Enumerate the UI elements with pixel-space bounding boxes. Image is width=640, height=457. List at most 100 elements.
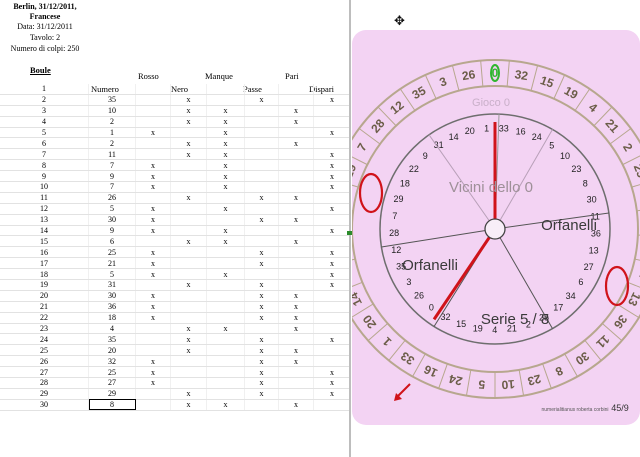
table-cell[interactable]: 10 [88, 105, 136, 117]
table-cell[interactable] [170, 301, 207, 313]
table-cell[interactable]: 4 [88, 323, 136, 335]
row-index-cell[interactable]: 5 [0, 127, 89, 139]
table-cell[interactable]: x [206, 399, 245, 411]
table-cell[interactable]: 27 [88, 377, 136, 389]
row-index-cell[interactable]: 12 [0, 203, 89, 215]
table-cell[interactable] [135, 192, 171, 204]
table-row[interactable]: 17 21 x x x [0, 257, 351, 270]
table-cell[interactable] [170, 181, 207, 193]
table-row[interactable]: 87xxx [0, 159, 351, 172]
table-cell[interactable]: x [135, 246, 171, 259]
table-cell[interactable]: 25 [88, 246, 136, 259]
table-cell[interactable]: x [278, 399, 314, 411]
table-cell[interactable]: x [170, 105, 207, 117]
table-cell[interactable] [313, 301, 351, 313]
table-row[interactable]: 99xxx [0, 170, 351, 183]
table-cell[interactable]: 20 [88, 344, 136, 357]
table-row[interactable]: 13 30 x x x [0, 214, 351, 226]
table-cell[interactable] [170, 127, 207, 139]
table-cell[interactable]: x [313, 127, 351, 139]
table-cell[interactable] [278, 84, 314, 95]
table-cell[interactable] [170, 355, 207, 368]
table-cell[interactable]: 1 [88, 127, 136, 139]
table-row[interactable]: 25 20 x x x [0, 344, 351, 357]
table-cell[interactable]: x [206, 323, 245, 335]
table-cell[interactable] [278, 279, 314, 291]
table-cell[interactable]: x [313, 203, 351, 215]
table-cell[interactable] [244, 159, 279, 172]
table-cell[interactable]: x [206, 127, 245, 139]
table-cell[interactable] [206, 333, 245, 346]
table-cell[interactable]: x [206, 170, 245, 183]
table-row[interactable]: 12 5 x x x [0, 203, 351, 215]
row-index-cell[interactable]: 15 [0, 235, 89, 248]
table-cell[interactable] [135, 279, 171, 291]
table-cell[interactable] [170, 225, 207, 237]
table-cell[interactable] [135, 94, 171, 106]
table-cell[interactable]: x [278, 355, 314, 368]
table-cell[interactable]: x [278, 214, 314, 226]
table-cell[interactable] [244, 148, 279, 161]
table-cell[interactable] [135, 148, 171, 161]
table-cell[interactable] [206, 388, 245, 400]
table-cell[interactable] [206, 246, 245, 259]
row-index-cell[interactable]: 27 [0, 366, 89, 379]
table-cell[interactable]: x [244, 377, 279, 389]
table-cell[interactable]: x [170, 388, 207, 400]
table-row[interactable]: 22 18 x x x [0, 312, 351, 324]
row-index-cell[interactable]: 13 [0, 214, 89, 226]
roulette-wheel-image[interactable]: 0321519421225173462713361130823105241633… [325, 30, 640, 425]
table-cell[interactable]: x [244, 388, 279, 400]
table-cell[interactable] [206, 94, 245, 106]
table-cell[interactable] [170, 84, 207, 95]
table-cell[interactable] [170, 203, 207, 215]
table-cell[interactable]: x [135, 214, 171, 226]
table-cell[interactable]: x [313, 148, 351, 161]
table-cell[interactable] [135, 137, 171, 150]
row-index-cell[interactable]: 29 [0, 388, 89, 400]
table-cell[interactable]: x [313, 246, 351, 259]
table-cell[interactable]: x [313, 268, 351, 281]
table-cell[interactable]: x [244, 355, 279, 368]
table-cell[interactable]: x [170, 116, 207, 128]
table-cell[interactable] [206, 192, 245, 204]
table-cell[interactable] [244, 225, 279, 237]
table-cell[interactable]: x [313, 366, 351, 379]
table-cell[interactable] [170, 366, 207, 379]
table-row[interactable]: 10 7 x x x [0, 181, 351, 193]
table-cell[interactable]: 25 [88, 366, 136, 379]
table-cell[interactable] [313, 323, 351, 335]
table-cell[interactable] [313, 355, 351, 368]
table-cell[interactable]: x [170, 399, 207, 411]
table-cell[interactable] [206, 377, 245, 389]
table-cell[interactable]: x [135, 290, 171, 302]
table-cell[interactable]: x [135, 257, 171, 270]
table-cell[interactable] [313, 290, 351, 302]
table-cell[interactable]: x [206, 105, 245, 117]
table-row[interactable]: 27 25 x x x [0, 366, 351, 379]
table-cell[interactable] [135, 235, 171, 248]
table-cell[interactable]: x [135, 181, 171, 193]
row-index-cell[interactable]: 25 [0, 344, 89, 357]
table-cell[interactable]: x [170, 333, 207, 346]
table-cell[interactable] [170, 214, 207, 226]
table-cell[interactable] [278, 388, 314, 400]
table-cell[interactable] [244, 203, 279, 215]
table-cell[interactable]: x [244, 333, 279, 346]
table-cell[interactable]: 5 [88, 203, 136, 215]
table-cell[interactable] [206, 301, 245, 313]
table-cell[interactable]: 32 [88, 355, 136, 368]
table-row[interactable]: 16 25 x x x [0, 246, 351, 259]
table-cell[interactable]: x [170, 192, 207, 204]
table-cell[interactable]: x [313, 225, 351, 237]
table-cell[interactable] [244, 235, 279, 248]
row-index-cell[interactable]: 6 [0, 137, 89, 150]
table-cell[interactable]: x [244, 301, 279, 313]
table-cell[interactable] [244, 116, 279, 128]
table-cell[interactable] [278, 225, 314, 237]
table-row[interactable]: 3 10 x x x [0, 105, 351, 117]
table-cell[interactable] [135, 344, 171, 357]
table-cell[interactable] [313, 137, 351, 150]
table-row[interactable]: 1 [0, 84, 351, 95]
table-cell[interactable]: 26 [88, 192, 136, 204]
